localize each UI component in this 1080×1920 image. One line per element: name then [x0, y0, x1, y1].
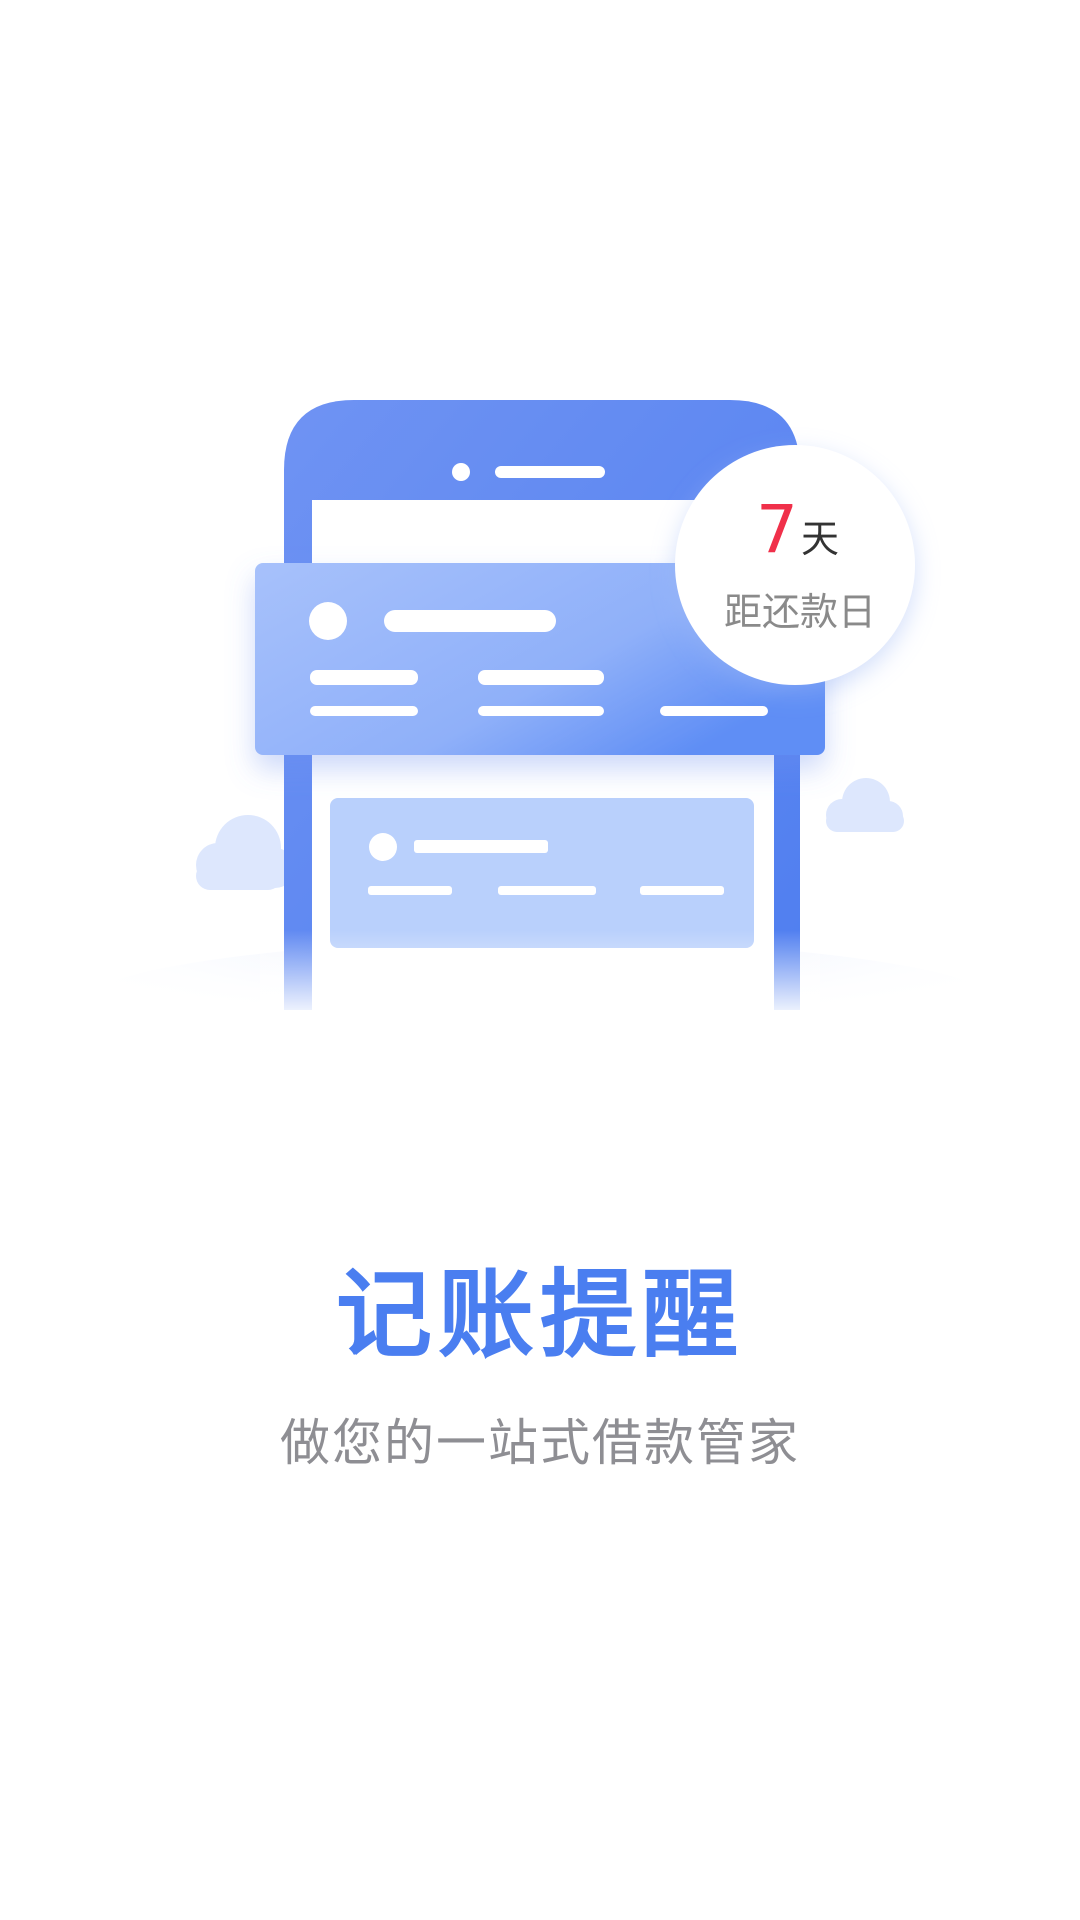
onboarding-illustration: 7 天 距还款日	[70, 400, 1010, 1080]
list-card	[330, 798, 754, 948]
avatar-placeholder	[369, 833, 397, 861]
avatar-placeholder	[309, 602, 347, 640]
phone-camera	[452, 463, 470, 481]
days-number: 7	[756, 491, 798, 568]
cloud-icon	[826, 778, 904, 832]
badge-label: 距还款日	[724, 590, 876, 634]
cloud-icon	[196, 815, 295, 890]
onboarding-subtitle: 做您的一站式借款管家	[280, 1414, 800, 1472]
onboarding-title: 记账提醒	[336, 1258, 744, 1371]
days-unit: 天	[801, 517, 839, 561]
phone-speaker	[495, 466, 605, 478]
